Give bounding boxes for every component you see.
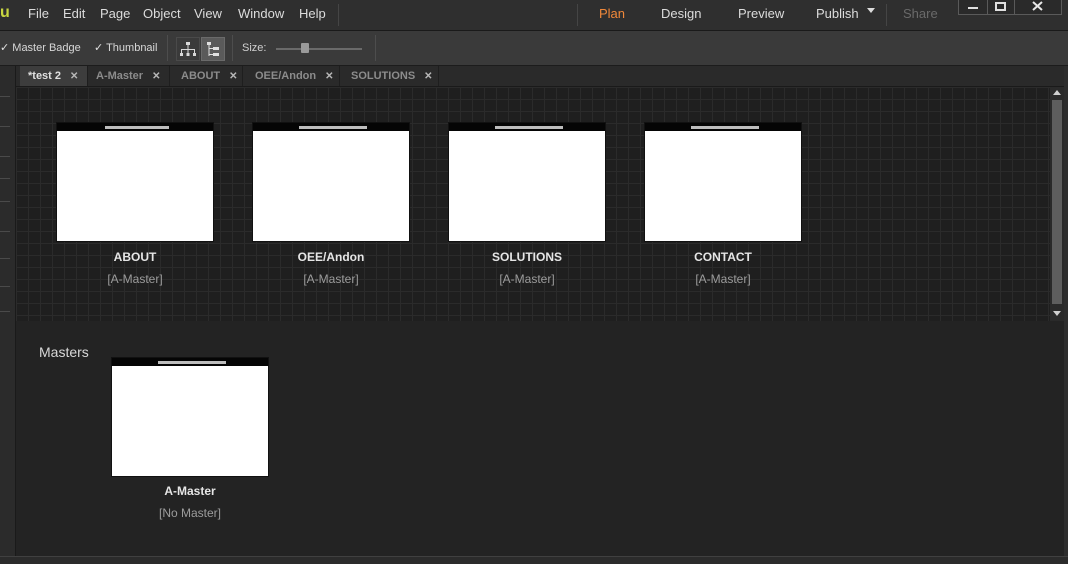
- mode-publish[interactable]: Publish: [816, 6, 859, 21]
- mode-preview[interactable]: Preview: [738, 6, 784, 21]
- close-tab-icon[interactable]: ✕: [152, 71, 160, 82]
- sitemap-list-icon: [207, 42, 219, 56]
- maximize-button[interactable]: [987, 0, 1015, 15]
- page-master-label: [A-Master]: [303, 272, 359, 286]
- sitemap-list-view-button[interactable]: [201, 37, 225, 61]
- tab-label: *test 2: [28, 70, 62, 82]
- menu-help[interactable]: Help: [299, 6, 326, 21]
- tool-icon[interactable]: [0, 178, 10, 179]
- thumbnail-nav: [299, 126, 367, 129]
- tab-label: ABOUT: [181, 70, 221, 82]
- thumbnail-label: Thumbnail: [106, 42, 158, 54]
- page-master-label: [A-Master]: [695, 272, 751, 286]
- size-slider-handle[interactable]: [301, 43, 309, 53]
- tool-icon[interactable]: [0, 258, 10, 259]
- scroll-down-icon[interactable]: [1053, 311, 1061, 316]
- minimize-button[interactable]: [958, 0, 988, 15]
- tool-icon[interactable]: [0, 231, 10, 232]
- menu-window[interactable]: Window: [238, 6, 284, 21]
- menu-object[interactable]: Object: [143, 6, 181, 21]
- checkmark-icon: ✓: [94, 42, 104, 54]
- left-tool-strip: [0, 66, 16, 563]
- minimize-icon: [968, 7, 978, 9]
- menu-page[interactable]: Page: [100, 6, 130, 21]
- thumbnail-nav: [495, 126, 563, 129]
- page-thumbnail-solutions[interactable]: [448, 122, 606, 242]
- tab-label: A-Master: [96, 70, 144, 82]
- maximize-icon: [995, 2, 1006, 11]
- document-tab-bar: *test 2 ✕ A-Master ✕ ABOUT ✕ OEE/Andon ✕ SOL…: [16, 66, 1068, 87]
- toolbar-divider: [375, 35, 376, 61]
- sitemap-tree-icon: [180, 42, 196, 56]
- masters-heading: Masters: [39, 344, 89, 360]
- mode-design[interactable]: Design: [661, 6, 701, 21]
- tab-solutions[interactable]: SOLUTIONS ✕: [343, 66, 439, 86]
- page-name: OEE/Andon: [297, 250, 365, 264]
- thumbnail-nav: [158, 361, 226, 364]
- close-window-button[interactable]: [1014, 0, 1062, 15]
- close-icon: [1032, 1, 1043, 11]
- tool-icon[interactable]: [0, 96, 10, 97]
- tab-about[interactable]: ABOUT ✕: [173, 66, 243, 86]
- toolbar-divider: [232, 35, 233, 61]
- tool-icon[interactable]: [0, 311, 10, 312]
- menu-view[interactable]: View: [194, 6, 222, 21]
- page-thumbnail-contact[interactable]: [644, 122, 802, 242]
- page-name: CONTACT: [694, 250, 752, 264]
- page-thumbnail-about[interactable]: [56, 122, 214, 242]
- master-master-label: [No Master]: [158, 506, 221, 520]
- menu-file[interactable]: File: [28, 6, 49, 21]
- plan-toolbar: ✓ Master Badge ✓ Thumbnail: [0, 31, 1068, 66]
- master-name: A-Master: [164, 484, 216, 498]
- size-label: Size:: [242, 42, 267, 54]
- mode-divider: [577, 4, 578, 26]
- master-badge-label: Master Badge: [12, 42, 81, 54]
- close-tab-icon[interactable]: ✕: [424, 71, 432, 82]
- master-thumbnail-a-master[interactable]: [111, 357, 269, 477]
- menu-bar: u File Edit Page Object View Window Help…: [0, 0, 1068, 31]
- app-logo: u: [0, 4, 10, 21]
- close-tab-icon[interactable]: ✕: [229, 71, 237, 82]
- page-name: SOLUTIONS: [491, 250, 562, 264]
- master-badge-checkbox[interactable]: ✓ Master Badge: [0, 41, 81, 54]
- scroll-up-icon[interactable]: [1053, 90, 1061, 95]
- page-master-label: [A-Master]: [107, 272, 163, 286]
- size-slider-track[interactable]: [276, 48, 362, 50]
- thumbnail-nav: [105, 126, 169, 129]
- scrollbar-thumb[interactable]: [1052, 100, 1062, 304]
- tool-icon[interactable]: [0, 286, 10, 287]
- thumbnail-nav: [691, 126, 759, 129]
- thumbnail-checkbox[interactable]: ✓ Thumbnail: [94, 41, 157, 54]
- tab-a-master[interactable]: A-Master ✕: [88, 66, 170, 86]
- page-thumbnail-oee-andon[interactable]: [252, 122, 410, 242]
- sitemap-tree-view-button[interactable]: [176, 37, 200, 61]
- window-frame-right: [1064, 66, 1068, 563]
- page-name: ABOUT: [113, 250, 157, 264]
- menu-divider: [338, 4, 339, 26]
- tab-oee-andon[interactable]: OEE/Andon ✕: [247, 66, 340, 86]
- tab-test-2[interactable]: *test 2 ✕: [20, 66, 88, 86]
- tab-label: OEE/Andon: [255, 70, 317, 82]
- page-master-label: [A-Master]: [499, 272, 555, 286]
- toolbar-divider: [167, 35, 168, 61]
- mode-plan[interactable]: Plan: [599, 6, 625, 21]
- tab-label: SOLUTIONS: [351, 70, 416, 82]
- menu-edit[interactable]: Edit: [63, 6, 85, 21]
- close-tab-icon[interactable]: ✕: [70, 71, 78, 82]
- tool-icon[interactable]: [0, 156, 10, 157]
- share-divider: [886, 4, 887, 26]
- checkmark-icon: ✓: [0, 42, 10, 54]
- tool-icon[interactable]: [0, 201, 10, 202]
- tool-icon[interactable]: [0, 126, 10, 127]
- close-tab-icon[interactable]: ✕: [325, 71, 333, 82]
- publish-dropdown-icon[interactable]: [867, 8, 875, 13]
- mode-share: Share: [903, 6, 938, 21]
